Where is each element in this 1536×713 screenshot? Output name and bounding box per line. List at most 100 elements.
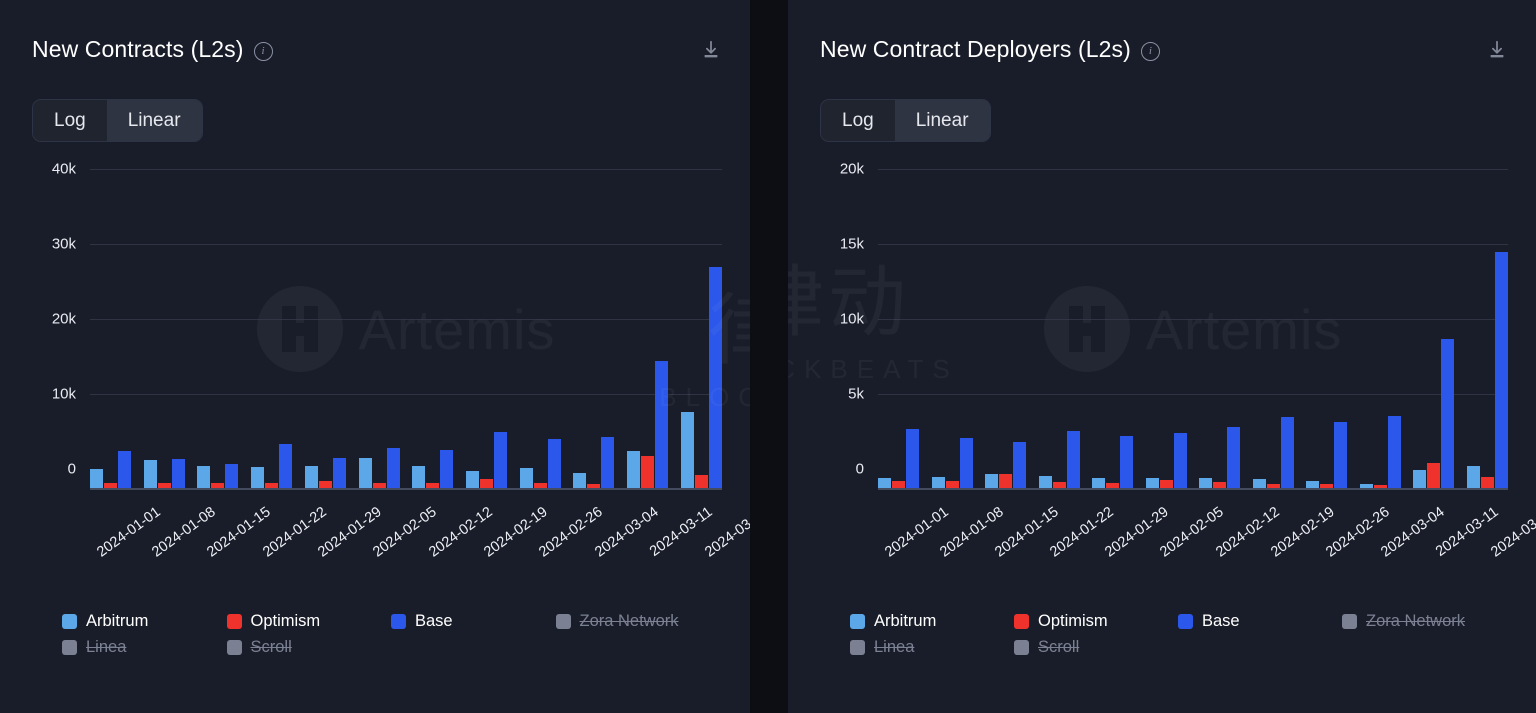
- bar-optimism[interactable]: [892, 480, 905, 488]
- bar-arbitrum[interactable]: [1306, 481, 1320, 488]
- bar-optimism[interactable]: [945, 481, 959, 488]
- bar-arbitrum[interactable]: [466, 470, 480, 488]
- legend-item-base[interactable]: Base: [1178, 608, 1342, 634]
- bar-arbitrum[interactable]: [358, 458, 372, 488]
- legend-item-optimism[interactable]: Optimism: [226, 608, 392, 634]
- bar-base[interactable]: [1280, 416, 1294, 488]
- bar-base[interactable]: [1387, 416, 1401, 488]
- bar-base[interactable]: [655, 360, 669, 488]
- bar-base[interactable]: [494, 431, 508, 488]
- scale-toggle[interactable]: Log Linear: [32, 99, 203, 142]
- bar-group: [1038, 188, 1080, 488]
- legend-label: Arbitrum: [86, 611, 149, 630]
- legend-item-zora-network[interactable]: Zora Network: [555, 608, 721, 634]
- bar-optimism[interactable]: [694, 474, 708, 488]
- bar-arbitrum[interactable]: [1145, 477, 1159, 488]
- bar-base[interactable]: [1494, 251, 1508, 488]
- legend-item-zora-network[interactable]: Zora Network: [1342, 608, 1506, 634]
- scale-toggle-option-linear[interactable]: Linear: [894, 100, 990, 141]
- bar-optimism[interactable]: [426, 482, 440, 488]
- legend-item-base[interactable]: Base: [391, 608, 556, 634]
- legend-item-linea[interactable]: Linea: [62, 634, 227, 660]
- bar-arbitrum[interactable]: [627, 450, 641, 488]
- legend-item-scroll[interactable]: Scroll: [1014, 634, 1178, 660]
- bar-optimism[interactable]: [533, 482, 547, 488]
- bar-base[interactable]: [601, 437, 615, 488]
- plot-area: Artemis: [90, 168, 722, 490]
- bar-base[interactable]: [386, 448, 400, 488]
- bar-arbitrum[interactable]: [878, 477, 891, 488]
- bar-base[interactable]: [1173, 432, 1187, 488]
- bar-base[interactable]: [708, 266, 722, 488]
- bar-optimism[interactable]: [1373, 485, 1387, 488]
- bar-optimism[interactable]: [157, 482, 171, 488]
- bar-optimism[interactable]: [318, 481, 332, 488]
- bar-optimism[interactable]: [1266, 483, 1280, 488]
- bar-arbitrum[interactable]: [143, 460, 157, 488]
- bar-base[interactable]: [1334, 422, 1348, 488]
- bar-base[interactable]: [171, 458, 185, 488]
- bar-optimism[interactable]: [1159, 479, 1173, 488]
- bar-optimism[interactable]: [587, 484, 601, 488]
- bar-optimism[interactable]: [1480, 476, 1494, 488]
- panel-new-contracts: New Contracts (L2s) i Log Linear 0 10k 20k 30…: [0, 0, 750, 713]
- bar-arbitrum[interactable]: [985, 473, 999, 488]
- bar-arbitrum[interactable]: [573, 473, 587, 488]
- bar-optimism[interactable]: [372, 482, 386, 488]
- bar-optimism[interactable]: [1427, 462, 1441, 488]
- scale-toggle-option-linear[interactable]: Linear: [106, 100, 202, 141]
- bar-optimism[interactable]: [999, 473, 1013, 488]
- bar-arbitrum[interactable]: [1092, 477, 1106, 488]
- legend-item-scroll[interactable]: Scroll: [226, 634, 392, 660]
- bar-base[interactable]: [1066, 431, 1080, 488]
- download-icon[interactable]: [700, 38, 722, 62]
- scale-toggle-option-log[interactable]: Log: [33, 100, 107, 141]
- bar-arbitrum[interactable]: [197, 465, 211, 488]
- bar-optimism[interactable]: [1052, 482, 1066, 488]
- bar-arbitrum[interactable]: [1413, 470, 1427, 488]
- page-title: New Contract Deployers (L2s): [820, 36, 1131, 62]
- legend-item-arbitrum[interactable]: Arbitrum: [850, 608, 1014, 634]
- info-icon[interactable]: i: [253, 41, 273, 61]
- bar-base[interactable]: [1120, 435, 1134, 488]
- bar-optimism[interactable]: [211, 482, 225, 488]
- bar-base[interactable]: [547, 439, 561, 488]
- bar-optimism[interactable]: [104, 482, 117, 488]
- download-icon[interactable]: [1486, 38, 1508, 62]
- bar-optimism[interactable]: [1106, 482, 1120, 488]
- bar-optimism[interactable]: [1320, 484, 1334, 488]
- bar-base[interactable]: [1441, 338, 1455, 488]
- bar-arbitrum[interactable]: [1359, 483, 1373, 488]
- legend-item-optimism[interactable]: Optimism: [1014, 608, 1178, 634]
- bar-arbitrum[interactable]: [1199, 478, 1213, 488]
- bar-optimism[interactable]: [480, 479, 494, 488]
- bar-base[interactable]: [959, 437, 973, 488]
- bar-base[interactable]: [118, 451, 131, 488]
- bar-base[interactable]: [332, 458, 346, 488]
- bar-arbitrum[interactable]: [412, 465, 426, 488]
- bar-arbitrum[interactable]: [931, 476, 945, 488]
- bar-arbitrum[interactable]: [1038, 476, 1052, 488]
- bar-arbitrum[interactable]: [519, 467, 533, 488]
- bar-arbitrum[interactable]: [251, 467, 265, 488]
- bar-arbitrum[interactable]: [304, 465, 318, 488]
- scale-toggle-option-log[interactable]: Log: [821, 100, 895, 141]
- bar-base[interactable]: [279, 443, 293, 488]
- legend-item-linea[interactable]: Linea: [850, 634, 1014, 660]
- bar-optimism[interactable]: [641, 455, 655, 488]
- scale-toggle[interactable]: Log Linear: [820, 99, 991, 142]
- bar-arbitrum[interactable]: [680, 412, 694, 488]
- bar-base[interactable]: [440, 449, 454, 488]
- bar-arbitrum[interactable]: [90, 468, 103, 488]
- bar-group: [931, 188, 973, 488]
- bar-optimism[interactable]: [1213, 482, 1227, 488]
- bar-base[interactable]: [1013, 441, 1027, 488]
- legend-item-arbitrum[interactable]: Arbitrum: [62, 608, 227, 634]
- bar-arbitrum[interactable]: [1252, 479, 1266, 488]
- bar-base[interactable]: [225, 464, 239, 488]
- bar-base[interactable]: [906, 428, 919, 488]
- info-icon[interactable]: i: [1140, 41, 1160, 61]
- bar-base[interactable]: [1227, 426, 1241, 488]
- bar-optimism[interactable]: [265, 482, 279, 488]
- bar-arbitrum[interactable]: [1466, 466, 1480, 488]
